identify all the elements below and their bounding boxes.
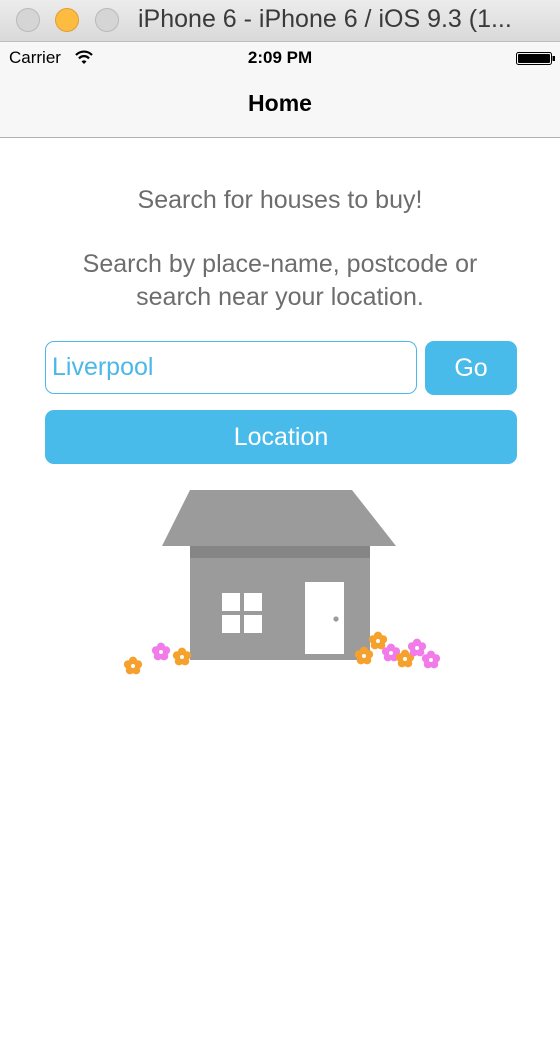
location-button[interactable]: Location bbox=[45, 410, 517, 464]
page-title: Home bbox=[248, 90, 312, 116]
battery-icon bbox=[516, 52, 555, 65]
window-zoom-button[interactable] bbox=[95, 8, 119, 32]
status-bar: Carrier 2:09 PM bbox=[0, 42, 560, 72]
house-illustration bbox=[123, 490, 441, 675]
status-time: 2:09 PM bbox=[247, 48, 313, 67]
search-input[interactable] bbox=[45, 341, 417, 394]
navigation-bar: Home bbox=[0, 72, 560, 138]
window-minimize-button[interactable] bbox=[55, 8, 79, 32]
window-close-button[interactable] bbox=[16, 8, 40, 32]
go-button[interactable]: Go bbox=[425, 341, 517, 395]
simulator-title-bar: iPhone 6 - iPhone 6 / iOS 9.3 (1... bbox=[0, 0, 560, 42]
window-title: iPhone 6 - iPhone 6 / iOS 9.3 (1... bbox=[138, 5, 512, 33]
instructions: Search by place-name, postcode or search… bbox=[82, 250, 478, 311]
headline: Search for houses to buy! bbox=[137, 186, 423, 214]
